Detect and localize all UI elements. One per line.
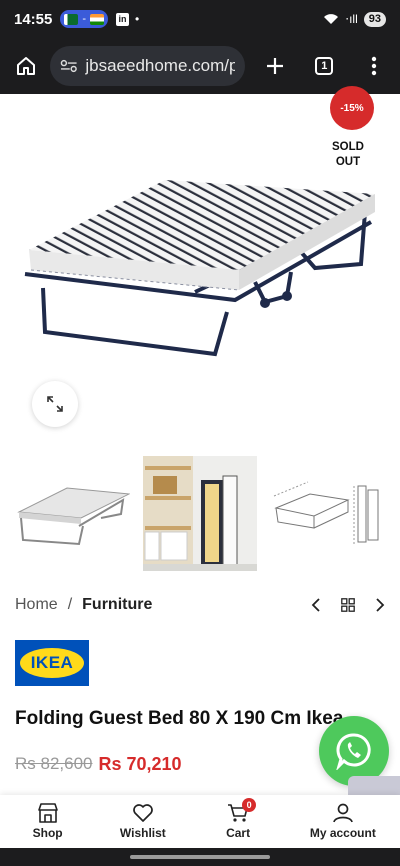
thumbnail-room[interactable] xyxy=(142,456,258,571)
brand-logo[interactable]: IKEA xyxy=(15,640,89,686)
brand-logo-oval: IKEA xyxy=(20,648,84,678)
breadcrumb: Home / Furniture xyxy=(15,594,152,616)
brand-logo-text: IKEA xyxy=(30,653,74,672)
address-bar[interactable]: jbsaeedhome.com/p xyxy=(49,46,245,86)
cart-count-badge: 0 xyxy=(242,798,257,812)
browser-toolbar: jbsaeedhome.com/p 1 xyxy=(0,38,400,94)
product-navigation xyxy=(310,594,386,616)
nav-shop-label: Shop xyxy=(32,826,63,840)
nav-cart[interactable]: 0 Cart xyxy=(190,795,285,848)
system-gesture-bar xyxy=(0,848,400,866)
sale-badge: -15% xyxy=(330,86,374,130)
whatsapp-icon xyxy=(336,733,371,770)
grid-view-icon[interactable] xyxy=(341,598,355,612)
recaptcha-badge xyxy=(348,776,400,796)
nav-wishlist[interactable]: Wishlist xyxy=(95,795,190,848)
nav-cart-label: Cart xyxy=(226,826,251,840)
bottom-navigation: Shop Wishlist 0 Cart My account xyxy=(0,795,400,848)
zoom-button[interactable] xyxy=(32,381,78,427)
expand-icon xyxy=(47,396,63,412)
more-vert-icon xyxy=(371,56,377,76)
notification-dot: • xyxy=(135,12,140,26)
old-price: Rs 82,600 xyxy=(15,754,93,773)
site-settings-icon xyxy=(60,59,77,73)
home-icon xyxy=(16,57,35,75)
india-flag-icon xyxy=(90,13,105,25)
wifi-icon xyxy=(324,14,339,24)
nav-shop[interactable]: Shop xyxy=(0,795,95,848)
url-text: jbsaeedhome.com/p xyxy=(85,56,235,75)
breadcrumb-separator: / xyxy=(67,596,73,613)
linkedin-icon: in xyxy=(116,12,130,26)
home-button[interactable] xyxy=(8,48,44,84)
next-product-icon[interactable] xyxy=(374,598,386,612)
new-tab-button[interactable] xyxy=(257,48,293,84)
price-block: Rs 82,600 Rs 70,210 xyxy=(15,752,182,776)
nav-wishlist-label: Wishlist xyxy=(119,826,166,840)
plus-icon xyxy=(266,58,283,74)
folding-bed-image xyxy=(24,180,375,357)
chip-dash: - xyxy=(82,13,87,25)
breadcrumb-home[interactable]: Home xyxy=(15,596,58,614)
heart-icon xyxy=(133,804,153,822)
thumbnail-gallery xyxy=(15,456,386,571)
dimensions-thumbnail-image xyxy=(270,456,386,571)
room-thumbnail-image xyxy=(142,456,258,571)
sale-price: Rs 70,210 xyxy=(98,753,182,774)
thumbnail-dimensions[interactable] xyxy=(270,456,386,571)
previous-product-icon[interactable] xyxy=(310,598,322,612)
product-title: Folding Guest Bed 80 X 190 Cm Ikea xyxy=(15,708,344,729)
status-right: ⋅ıll 93 xyxy=(323,11,386,27)
battery-indicator: 93 xyxy=(363,11,386,27)
status-bar: 14:55 - in • ⋅ıll 93 xyxy=(0,0,400,38)
thumbnail-bed[interactable] xyxy=(15,456,130,571)
notification-chip: - xyxy=(60,10,109,28)
sold-out-label: SOLD OUT xyxy=(332,141,364,168)
product-main-image[interactable] xyxy=(15,172,385,362)
nav-account-label: My account xyxy=(309,826,376,840)
shop-icon xyxy=(37,803,58,823)
tab-count: 1 xyxy=(315,57,334,75)
pakistan-flag-icon xyxy=(64,13,79,25)
nav-account[interactable]: My account xyxy=(286,795,400,848)
gesture-handle[interactable] xyxy=(130,855,270,859)
status-time: 14:55 xyxy=(14,10,53,28)
user-icon xyxy=(333,803,353,823)
bed-thumbnail-image xyxy=(15,456,130,571)
breadcrumb-current[interactable]: Furniture xyxy=(82,596,152,614)
tab-switcher-button[interactable]: 1 xyxy=(306,48,342,84)
browser-menu-button[interactable] xyxy=(356,48,392,84)
signal-icon: ⋅ıll xyxy=(345,12,358,26)
